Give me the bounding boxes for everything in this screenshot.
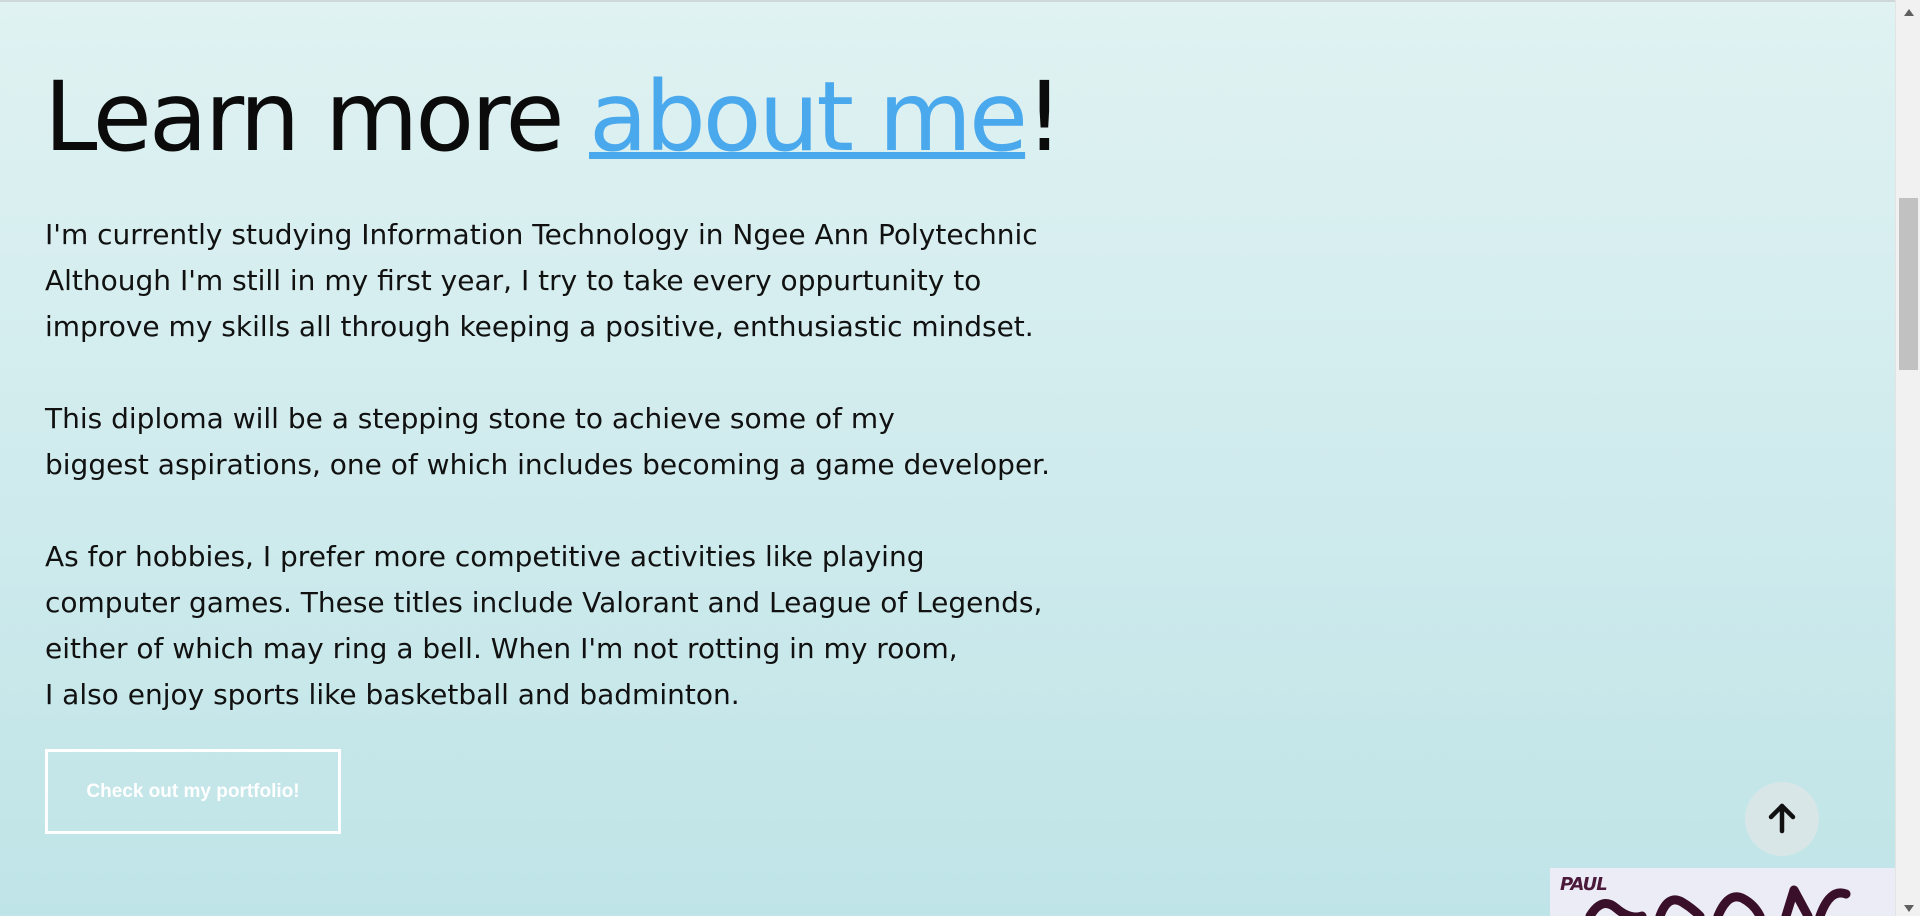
paragraph-line: I also enjoy sports like basketball and … — [45, 678, 740, 711]
scroll-down-arrow[interactable] — [1896, 896, 1920, 916]
paragraph-line: either of which may ring a bell. When I'… — [45, 632, 958, 665]
arrow-up-icon — [1767, 802, 1797, 837]
paragraph-line: improve my skills all through keeping a … — [45, 310, 1034, 343]
heading-suffix: ! — [1025, 61, 1064, 173]
portfolio-button[interactable]: Check out my portfolio! — [45, 749, 341, 834]
project-thumbnail[interactable]: PAUL — [1550, 868, 1895, 916]
triangle-up-icon — [1903, 1, 1914, 20]
paragraph-line: computer games. These titles include Val… — [45, 586, 1043, 619]
heading-prefix: Learn more — [44, 61, 590, 173]
paragraph-hobbies: As for hobbies, I prefer more competitiv… — [45, 534, 1165, 718]
scroll-to-top-button[interactable] — [1745, 782, 1819, 856]
paragraph-aspirations: This diploma will be a stepping stone to… — [45, 396, 1165, 488]
about-me-link[interactable]: about me — [589, 61, 1028, 173]
paragraph-line: Although I'm still in my first year, I t… — [45, 264, 982, 297]
about-section: Learn more about me! I'm currently study… — [0, 0, 1895, 916]
paragraph-studies: I'm currently studying Information Techn… — [45, 212, 1165, 350]
paragraph-line: This diploma will be a stepping stone to… — [45, 402, 895, 435]
paragraph-line: As for hobbies, I prefer more competitiv… — [45, 540, 925, 573]
thumbnail-artwork — [1585, 885, 1851, 916]
page-title: Learn more about me! — [44, 61, 1064, 173]
scroll-up-arrow[interactable] — [1896, 0, 1920, 20]
paragraph-line: I'm currently studying Information Techn… — [45, 218, 1038, 251]
paragraph-line: biggest aspirations, one of which includ… — [45, 448, 1051, 481]
about-text: I'm currently studying Information Techn… — [45, 212, 1165, 764]
vertical-scrollbar[interactable] — [1895, 0, 1920, 916]
scrollbar-thumb[interactable] — [1899, 198, 1918, 370]
triangle-down-icon — [1903, 897, 1914, 916]
